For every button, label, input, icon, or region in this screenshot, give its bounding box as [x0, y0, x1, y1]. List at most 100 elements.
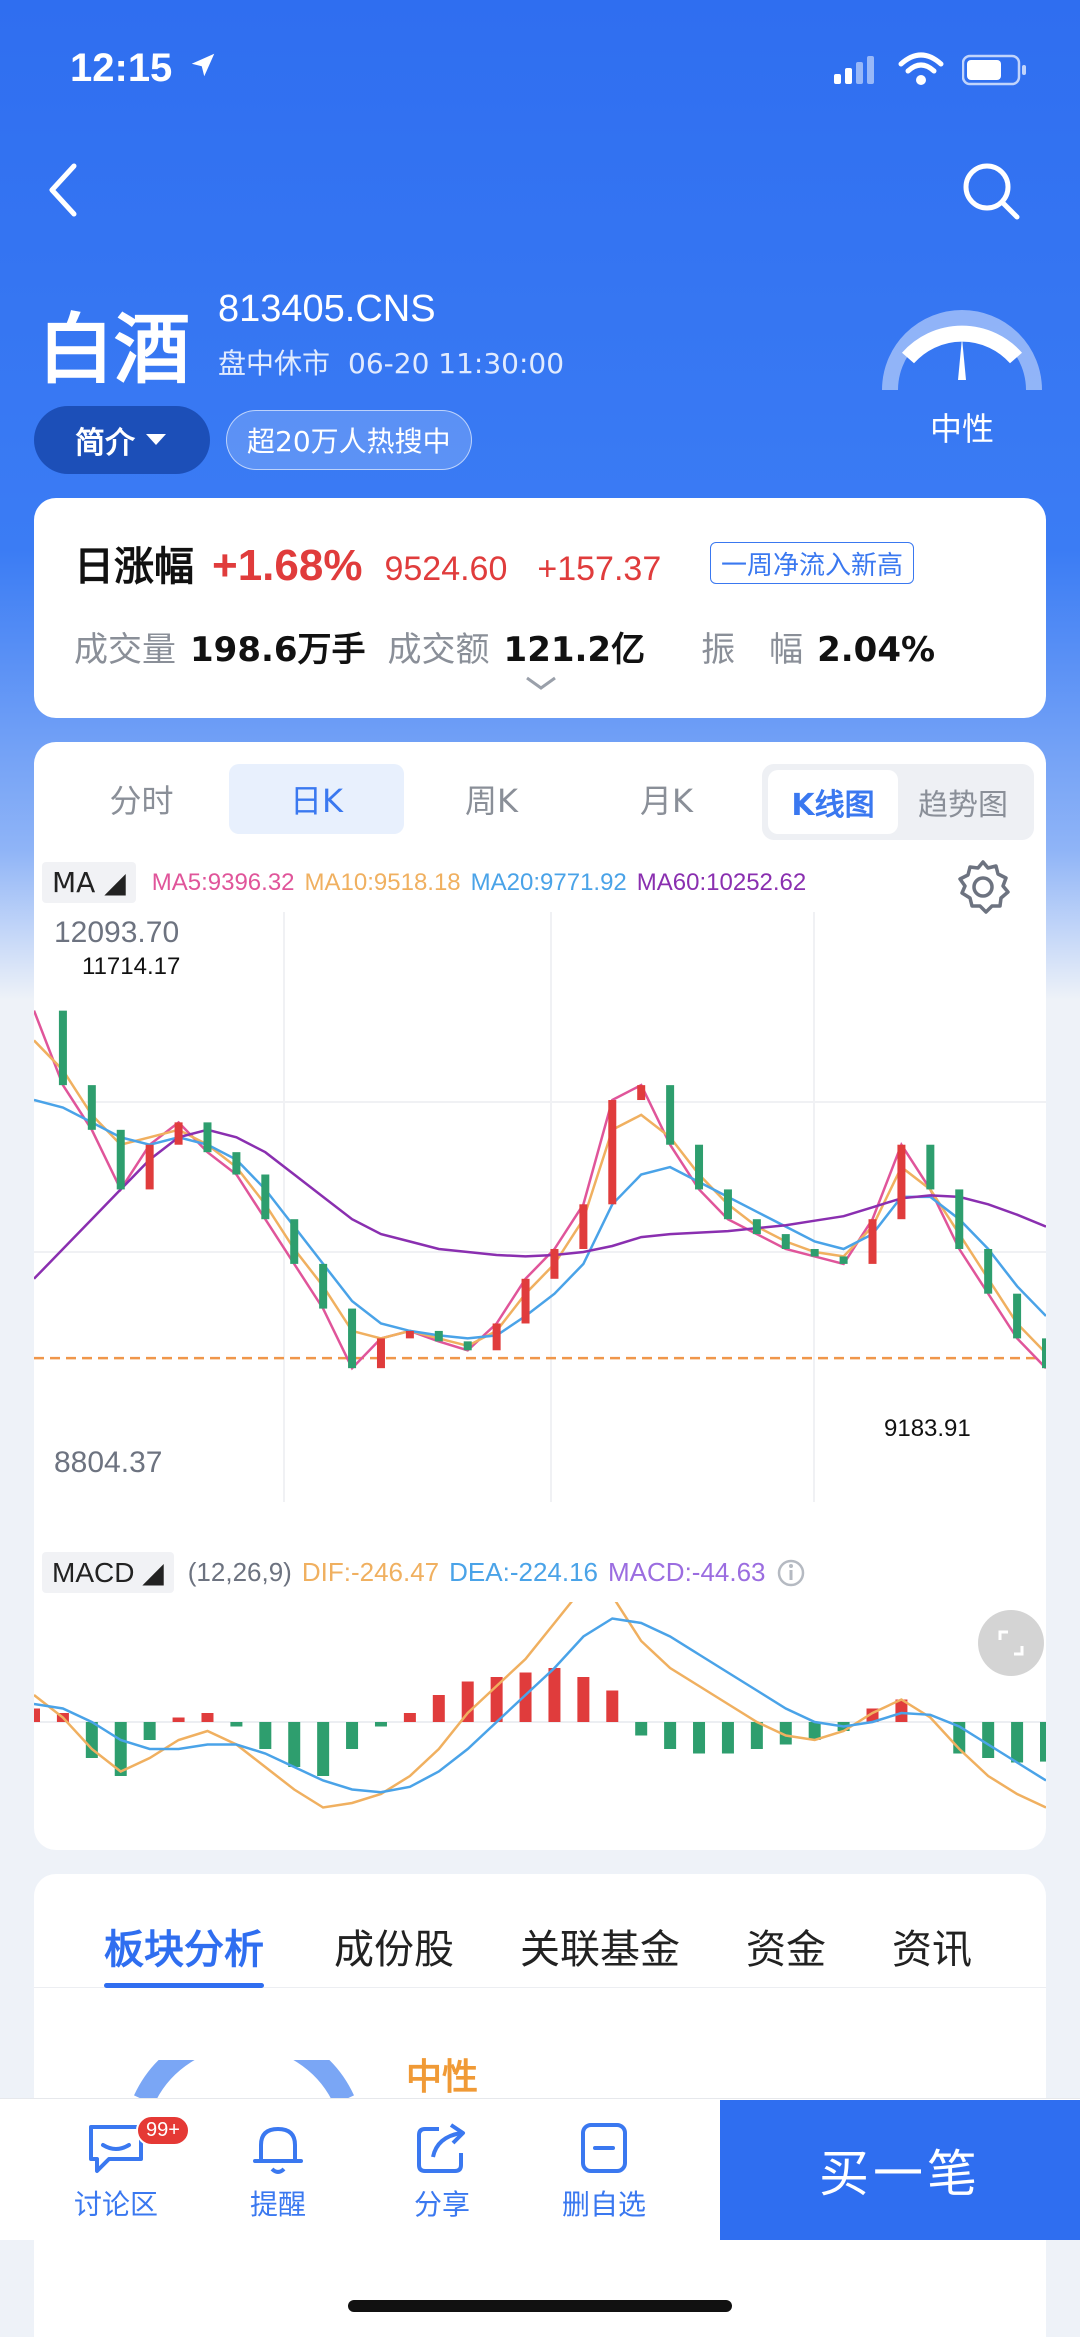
share-icon — [417, 2123, 465, 2173]
trend-view-button[interactable]: 趋势图 — [898, 770, 1028, 834]
info-icon[interactable] — [776, 1558, 806, 1588]
share-label: 分享 — [413, 2188, 470, 2221]
candle — [550, 1248, 559, 1279]
market-timestamp: 06-20 11:30:00 — [348, 347, 565, 380]
back-icon[interactable] — [40, 160, 90, 220]
tab-daily-k[interactable]: 日K — [229, 764, 404, 834]
analysis-tabs: 板块分析 成份股 关联基金 资金 资讯 — [34, 1904, 1046, 1988]
inflow-tag[interactable]: 一周净流入新高 — [710, 542, 915, 584]
trade-stats-row: 成交量 198.6万手 成交额 121.2亿 振 幅 2.04% — [74, 622, 935, 671]
candle — [608, 1100, 617, 1205]
candle — [926, 1144, 935, 1190]
macd-bar — [664, 1722, 677, 1749]
buy-button[interactable]: 买一笔 — [720, 2100, 1080, 2240]
candle — [839, 1256, 848, 1264]
macd-bar — [403, 1713, 416, 1722]
macd-chart[interactable] — [34, 1602, 1046, 1842]
volume-value: 198.6万手 — [190, 630, 366, 670]
remove-watchlist-button[interactable]: 删自选 — [544, 2119, 664, 2223]
expand-icon — [998, 1630, 1024, 1656]
sector-gauge-icon — [134, 2060, 354, 2100]
fullscreen-button[interactable] — [978, 1610, 1044, 1676]
candle — [203, 1122, 212, 1153]
wifi-icon — [898, 52, 944, 85]
candle — [174, 1122, 183, 1145]
market-status: 盘中休市 06-20 11:30:00 — [218, 342, 564, 382]
ma-legend: MA ◢ MA5:9396.32 MA10:9518.18 MA20:9771.… — [42, 862, 816, 903]
candle — [521, 1278, 530, 1324]
macd-bar — [172, 1717, 185, 1722]
macd-bar — [721, 1722, 734, 1754]
candle — [405, 1330, 414, 1339]
macd-bar — [982, 1722, 995, 1758]
daily-change-pct: +1.68% — [212, 541, 363, 590]
macd-dif: DIF:-246.47 — [301, 1557, 440, 1587]
series-line-ma5 — [34, 1010, 1046, 1371]
kline-view-button[interactable]: K线图 — [768, 770, 898, 834]
period-tabs: 分时 日K 周K 月K — [54, 764, 774, 834]
candle — [376, 1338, 385, 1369]
candle — [666, 1085, 675, 1145]
macd-bar — [1011, 1722, 1024, 1763]
macd-bar — [750, 1722, 763, 1749]
discussion-button[interactable]: 讨论区 99+ — [56, 2115, 190, 2223]
tab-intraday[interactable]: 分时 — [54, 764, 229, 834]
macd-bar — [230, 1722, 243, 1727]
candle — [695, 1144, 704, 1190]
macd-bar — [346, 1722, 359, 1749]
candle — [116, 1129, 125, 1190]
hot-search-chip[interactable]: 超20万人热搜中 — [226, 410, 472, 470]
tab-capital[interactable]: 资金 — [746, 1904, 826, 1988]
ma-selector-label: MA — [52, 866, 96, 899]
candle — [145, 1144, 154, 1190]
candle — [637, 1085, 646, 1101]
alert-label: 提醒 — [249, 2188, 306, 2221]
macd-bar — [693, 1722, 706, 1754]
macd-bar — [548, 1668, 561, 1722]
tab-monthly-k[interactable]: 月K — [579, 764, 754, 834]
macd-bar — [606, 1690, 619, 1722]
remove-watchlist-icon — [581, 2123, 627, 2173]
candle — [87, 1085, 96, 1130]
kline-chart[interactable]: 12093.70 8804.37 11714.17 9183.91 2024-1… — [34, 912, 1046, 1502]
tab-weekly-k[interactable]: 周K — [404, 764, 579, 834]
expand-chevron-icon[interactable] — [524, 674, 558, 692]
candle — [1013, 1293, 1022, 1339]
macd-bar — [432, 1695, 445, 1722]
candle — [348, 1308, 357, 1369]
dif-line — [34, 1602, 1046, 1809]
intro-button[interactable]: 简介 — [34, 406, 210, 474]
price-change: +157.37 — [537, 550, 662, 588]
bell-icon — [253, 2126, 303, 2174]
dea-line — [34, 1617, 1046, 1794]
tab-sector-analysis[interactable]: 板块分析 — [104, 1904, 264, 1988]
kline-chart-card: 分时 日K 周K 月K K线图 趋势图 MA ◢ MA5:9396.32 MA1… — [34, 742, 1046, 1850]
candle — [492, 1323, 501, 1351]
quote-row: 日涨幅 +1.68% 9524.60 +157.37 — [74, 534, 661, 592]
alert-button[interactable]: 提醒 — [218, 2119, 338, 2223]
candle — [868, 1219, 877, 1264]
candle — [232, 1152, 241, 1175]
tab-news[interactable]: 资讯 — [892, 1904, 972, 1988]
ma-selector[interactable]: MA ◢ — [42, 862, 136, 903]
tab-constituents[interactable]: 成份股 — [334, 1904, 454, 1988]
macd-bar — [1040, 1722, 1046, 1762]
macd-legend: MACD ◢ (12,26,9) DIF:-246.47 DEA:-224.16… — [42, 1552, 806, 1593]
quote-summary-card: 日涨幅 +1.68% 9524.60 +157.37 一周净流入新高 成交量 1… — [34, 498, 1046, 718]
candle — [579, 1204, 588, 1249]
gear-icon[interactable] — [954, 858, 1012, 916]
sentiment-label: 中性 — [929, 410, 994, 448]
discussion-badge: 99+ — [136, 2115, 190, 2146]
amplitude-value: 2.04% — [817, 630, 936, 670]
sector-code: 813405.CNS — [218, 288, 436, 330]
discussion-label: 讨论区 — [73, 2188, 158, 2221]
share-button[interactable]: 分享 — [382, 2119, 502, 2223]
candle — [319, 1263, 328, 1309]
tab-related-funds[interactable]: 关联基金 — [520, 1904, 680, 1988]
macd-selector[interactable]: MACD ◢ — [42, 1552, 174, 1593]
amount-label: 成交额 — [387, 630, 490, 670]
high-price-label: 11714.17 — [82, 953, 180, 980]
y-axis-max: 12093.70 — [54, 916, 179, 949]
candle — [463, 1341, 472, 1351]
search-icon[interactable] — [960, 160, 1022, 222]
